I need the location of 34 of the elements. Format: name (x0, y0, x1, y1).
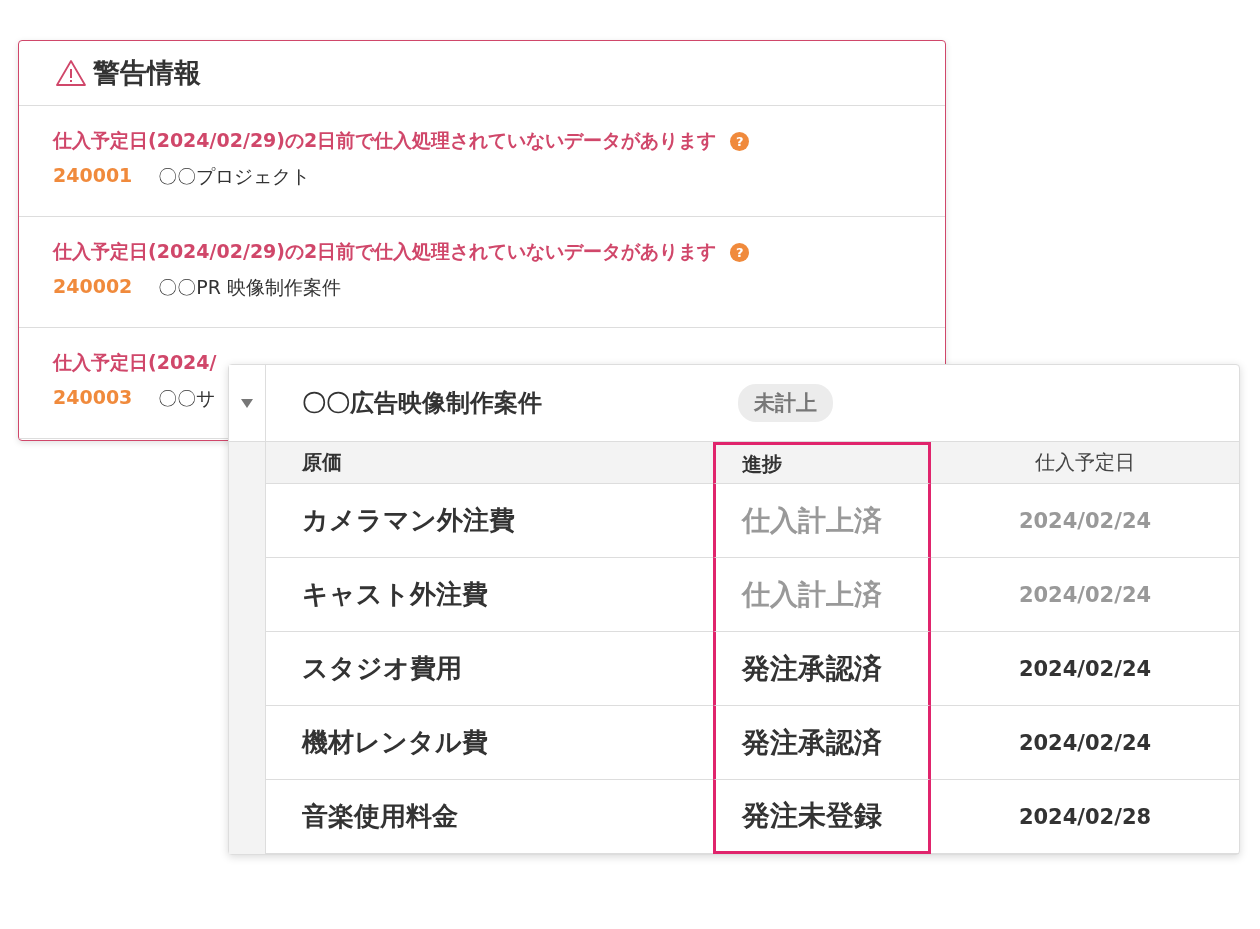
project-name: 〇〇PR 映像制作案件 (158, 275, 342, 300)
column-header: 仕入予定日 (931, 442, 1239, 484)
date-cell: 2024/02/24 (931, 706, 1239, 780)
project-code[interactable]: 240001 (53, 164, 133, 190)
cost-item-cell: カメラマン外注費 (266, 484, 713, 558)
progress-cell: 発注承認済 (713, 632, 931, 706)
warning-icon (55, 59, 87, 87)
project-name: 〇〇プロジェクト (158, 164, 311, 189)
help-icon[interactable]: ? (730, 131, 750, 151)
column-header: 原価 (266, 442, 713, 484)
status-badge: 未計上 (738, 384, 833, 422)
project-code[interactable]: 240002 (53, 275, 133, 301)
help-icon[interactable]: ? (730, 242, 750, 262)
panel-title: 警告情報 (93, 56, 201, 90)
warning-message: 仕入予定日(2024/02/29)の2日前で仕入処理されていないデータがあります (53, 239, 717, 264)
date-cell: 2024/02/24 (931, 632, 1239, 706)
cost-item-cell: スタジオ費用 (266, 632, 713, 706)
progress-cell: 仕入計上済 (713, 484, 931, 558)
project-title: 〇〇広告映像制作案件 (302, 388, 543, 419)
date-cell: 2024/02/24 (931, 484, 1239, 558)
progress-cell: 仕入計上済 (713, 558, 931, 632)
column-header: 進捗 (713, 442, 931, 484)
caret-down-icon[interactable] (240, 397, 254, 409)
project-name: 〇〇サ (158, 386, 216, 411)
warning-message: 仕入予定日(2024/02/29)の2日前で仕入処理されていないデータがあります (53, 128, 717, 153)
progress-cell: 発注未登録 (713, 780, 931, 854)
cost-item-cell: 機材レンタル費 (266, 706, 713, 780)
project-code[interactable]: 240003 (53, 386, 133, 412)
progress-cell: 発注承認済 (713, 706, 931, 780)
date-cell: 2024/02/28 (931, 780, 1239, 854)
warning-message: 仕入予定日(2024/ (53, 350, 217, 375)
cost-item-cell: 音楽使用料金 (266, 780, 713, 854)
cost-item-cell: キャスト外注費 (266, 558, 713, 632)
date-cell: 2024/02/24 (931, 558, 1239, 632)
